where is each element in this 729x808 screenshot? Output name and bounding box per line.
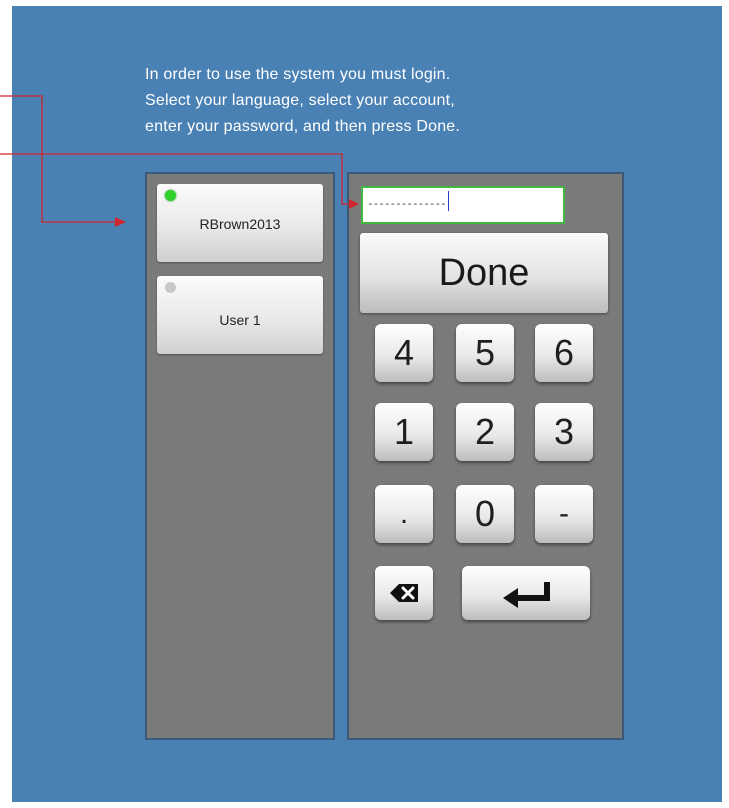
unselected-indicator-icon [165, 282, 176, 293]
key-4[interactable]: 4 [375, 324, 433, 382]
instruction-line-2: Select your language, select your accoun… [145, 92, 455, 109]
key-2[interactable]: 2 [456, 403, 514, 461]
enter-arrow-icon [503, 582, 550, 608]
instruction-line-3: enter your password, and then press Done… [145, 118, 461, 135]
account-button-user-1[interactable]: User 1 [157, 276, 323, 354]
key-5[interactable]: 5 [456, 324, 514, 382]
account-list-panel: RBrown2013 User 1 [145, 172, 335, 740]
key-decimal[interactable]: . [375, 485, 433, 543]
keypad-panel: -------------- Done 4 5 6 1 2 3 . 0 - [347, 172, 624, 740]
done-button[interactable]: Done [360, 233, 608, 313]
text-caret [447, 191, 449, 211]
backspace-key[interactable] [375, 566, 433, 620]
backspace-icon [390, 584, 418, 602]
password-masked-value: -------------- [367, 197, 447, 210]
account-button-rbrown2013[interactable]: RBrown2013 [157, 184, 323, 262]
key-1[interactable]: 1 [375, 403, 433, 461]
account-name: User 1 [219, 312, 261, 328]
key-6[interactable]: 6 [535, 324, 593, 382]
password-field[interactable]: -------------- [361, 186, 565, 224]
key-0[interactable]: 0 [456, 485, 514, 543]
enter-key[interactable] [462, 566, 590, 620]
instruction-line-1: In order to use the system you must logi… [145, 66, 451, 83]
account-name: RBrown2013 [199, 216, 281, 232]
selected-indicator-icon [165, 190, 176, 201]
key-minus[interactable]: - [535, 485, 593, 543]
login-instructions: In order to use the system you must logi… [145, 62, 605, 140]
key-3[interactable]: 3 [535, 403, 593, 461]
